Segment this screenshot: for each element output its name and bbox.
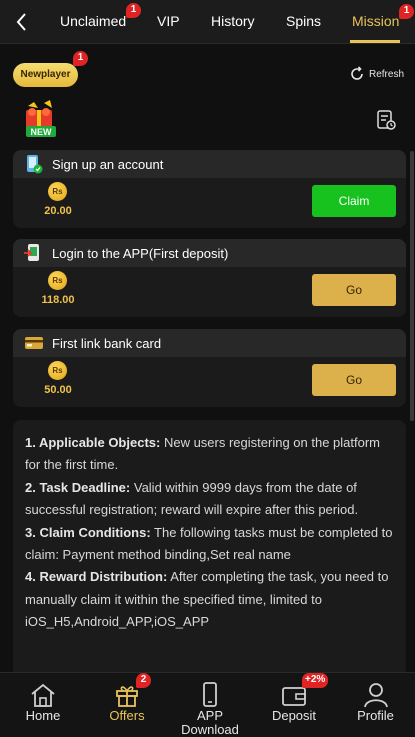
phone-icon <box>203 682 217 707</box>
rupee-coin-icon: Rs <box>48 361 67 380</box>
nav-offers-label: Offers <box>109 708 145 723</box>
task-header: First link bank card <box>13 329 406 357</box>
rule-item: 3. Claim Conditions: The following tasks… <box>25 524 393 563</box>
phone-check-icon <box>27 155 43 174</box>
back-arrow-icon[interactable] <box>8 8 36 36</box>
new-gift-icon: NEW <box>26 100 56 137</box>
task-card: First link bank card Rs 50.00 Go <box>13 329 406 407</box>
task-reward-amount: 50.00 <box>44 384 72 396</box>
tab-history[interactable]: History <box>211 13 255 29</box>
deposit-bonus-badge: +2% <box>302 673 329 688</box>
task-title: Login to the APP(First deposit) <box>52 245 229 261</box>
bank-card-icon <box>25 337 43 349</box>
nav-deposit-label: Deposit <box>271 708 317 723</box>
newplayer-button[interactable]: Newplayer <box>13 63 78 87</box>
bottom-navigation: Home Offers 2 APP Download Deposit +2% P… <box>0 672 415 737</box>
go-button[interactable]: Go <box>312 274 396 306</box>
task-reward-amount: 20.00 <box>44 205 72 217</box>
top-tab-bar: Unclaimed 1 VIP History Spins Mission 1 <box>0 0 415 44</box>
tab-mission[interactable]: Mission <box>352 13 399 29</box>
refresh-label: Refresh <box>369 68 405 80</box>
rule-item: 2. Task Deadline: Valid within 9999 days… <box>25 479 359 518</box>
task-card: Login to the APP(First deposit) Rs 118.0… <box>13 239 406 317</box>
nav-offers[interactable]: Offers 2 <box>86 673 168 737</box>
tab-spins[interactable]: Spins <box>286 13 321 29</box>
rupee-coin-icon: Rs <box>48 182 67 201</box>
scrollbar[interactable] <box>410 151 414 421</box>
nav-home-label: Home <box>25 708 61 723</box>
nav-profile[interactable]: Profile <box>336 673 415 737</box>
rupee-coin-icon: Rs <box>48 271 67 290</box>
user-icon <box>363 683 388 708</box>
task-reward-amount: 118.00 <box>41 294 75 306</box>
newplayer-badge: 1 <box>73 51 88 66</box>
task-title: First link bank card <box>52 335 162 351</box>
nav-home[interactable]: Home <box>0 673 86 737</box>
offers-badge: 2 <box>136 673 151 688</box>
task-header: Sign up an account <box>13 150 406 178</box>
refresh-icon <box>351 66 363 80</box>
mission-content: Newplayer 1 Refresh NEW Sign up an accou… <box>0 45 415 672</box>
nav-app-download[interactable]: APP Download <box>168 673 252 737</box>
task-header: Login to the APP(First deposit) <box>13 239 406 267</box>
nav-profile-label: Profile <box>357 708 394 723</box>
gift-new-label: NEW <box>31 127 53 137</box>
home-icon <box>31 683 55 707</box>
tab-unclaimed[interactable]: Unclaimed <box>60 13 126 29</box>
go-button[interactable]: Go <box>312 364 396 396</box>
tab-vip[interactable]: VIP <box>157 13 180 29</box>
claim-button[interactable]: Claim <box>312 185 396 217</box>
nav-deposit[interactable]: Deposit +2% <box>252 673 336 737</box>
mission-rules-panel: 1. Applicable Objects: New users registe… <box>13 420 406 672</box>
app-login-icon <box>24 244 39 261</box>
rules-document-icon[interactable] <box>375 109 397 131</box>
mission-badge: 1 <box>399 4 414 19</box>
rule-item: 1. Applicable Objects: New users registe… <box>25 435 380 473</box>
task-card: Sign up an account Rs 20.00 Claim <box>13 150 406 228</box>
rule-item: 4. Reward Distribution: After completing… <box>25 569 389 630</box>
task-title: Sign up an account <box>52 156 164 172</box>
nav-app-download-label: APP Download <box>181 708 239 737</box>
unclaimed-badge: 1 <box>126 3 141 18</box>
active-tab-indicator <box>350 40 400 43</box>
refresh-button[interactable]: Refresh <box>349 65 404 83</box>
